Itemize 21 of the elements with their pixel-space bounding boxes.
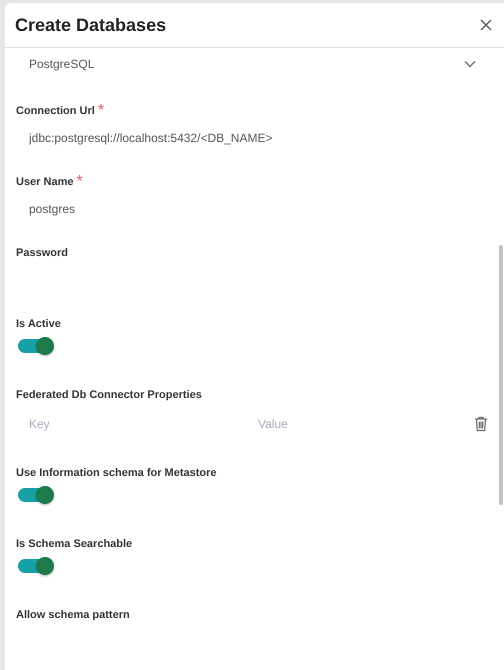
dialog-title: Create Databases <box>15 14 166 36</box>
toggle-switch[interactable] <box>18 339 52 353</box>
toggle-switch[interactable] <box>18 559 52 573</box>
field-label: Is Schema Searchable <box>16 537 132 552</box>
scrollbar[interactable] <box>499 245 503 505</box>
field-label: User Name <box>16 175 74 190</box>
field-label: Connection Url <box>16 104 95 119</box>
field-label: Is Active <box>16 317 61 332</box>
text-field[interactable]: postgres <box>16 192 490 226</box>
text-field[interactable]: jdbc:postgresql://localhost:5432/<DB_NAME> <box>16 121 490 155</box>
toggle-switch[interactable] <box>18 488 52 502</box>
chevron-down-icon <box>464 60 476 68</box>
required-mark: * <box>76 173 83 191</box>
field-label: Allow schema pattern <box>16 608 130 623</box>
trash-icon[interactable] <box>474 416 488 432</box>
required-mark: * <box>98 102 104 120</box>
field-label: Federated Db Connector Properties <box>16 388 202 403</box>
close-icon[interactable] <box>478 17 494 33</box>
field-label: Password <box>16 246 68 261</box>
database-type-select[interactable]: PostgreSQL <box>16 48 490 80</box>
field-label: Use Information schema for Metastore <box>16 466 216 481</box>
